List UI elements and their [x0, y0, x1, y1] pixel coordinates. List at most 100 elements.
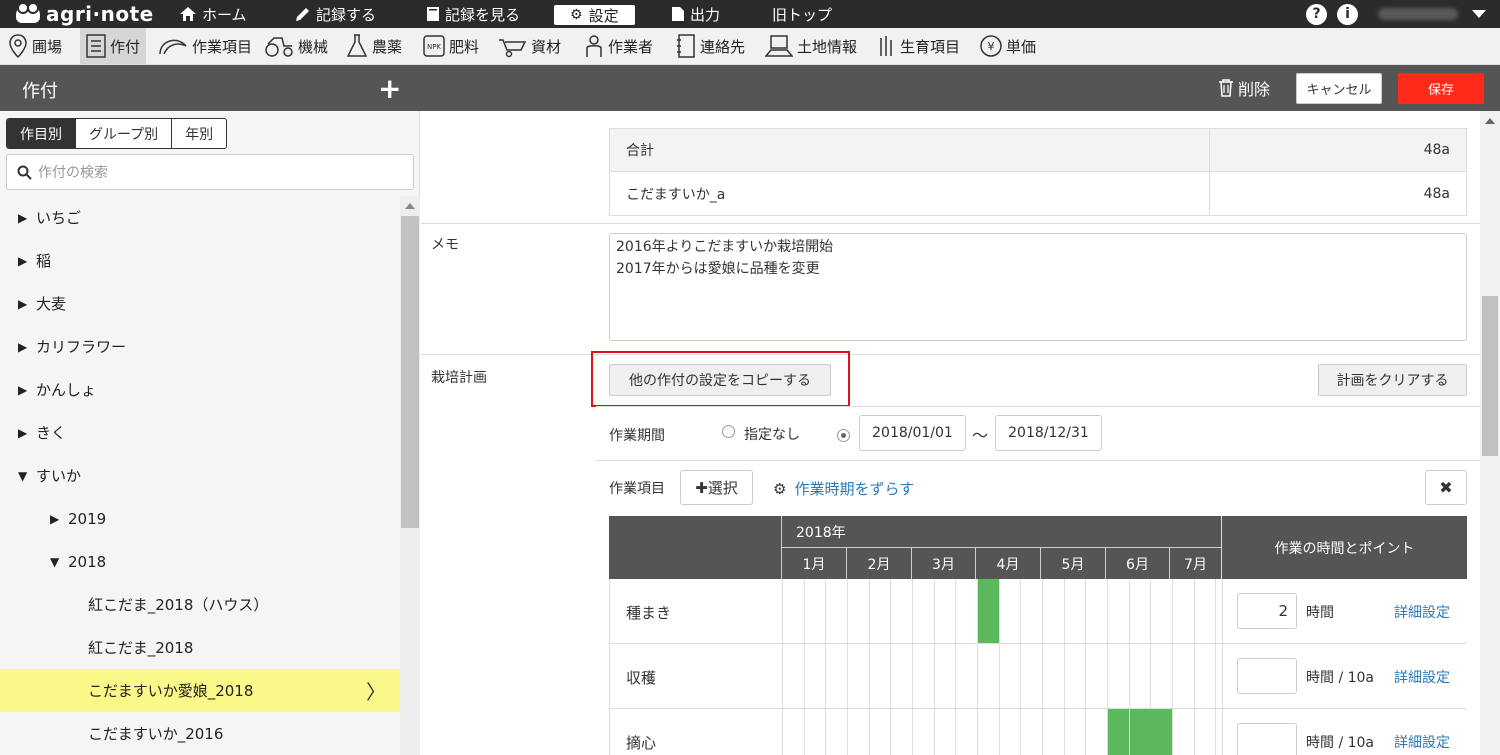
gantt-cell-line — [782, 579, 783, 644]
chevron-down-icon[interactable] — [1472, 10, 1486, 18]
delete-button[interactable]: 削除 — [1218, 76, 1270, 100]
nav-settings[interactable]: ⚙ 設定 — [554, 5, 635, 25]
nav-view-records[interactable]: 記録を見る — [427, 0, 520, 28]
shift-timing-link[interactable]: ⚙ 作業時期をずらす — [773, 478, 914, 499]
gantt-cell-line — [1107, 579, 1108, 644]
area-name: こだますいか_a — [610, 172, 1210, 215]
top-right-controls: ? i — [1306, 0, 1500, 28]
tab-by-crop[interactable]: 作目別 — [7, 119, 76, 148]
subnav-unit-price[interactable]: ¥ 単価 — [980, 28, 1036, 64]
tree-item-cauliflower[interactable]: ▶ カリフラワー — [0, 325, 400, 368]
subnav-workers[interactable]: 作業者 — [584, 28, 653, 64]
user-name[interactable] — [1378, 8, 1458, 20]
subnav-contacts[interactable]: 連絡先 — [676, 28, 745, 64]
gantt-points-header: 作業の時間とポイント — [1221, 516, 1467, 579]
sidebar: 作目別 グループ別 年別 作付の検索 ▶ いちご ▶ 稲 ▶ 大麦 ▶ カリフラワー ▶… — [0, 111, 420, 755]
gantt-cell-line — [1020, 579, 1021, 644]
tractor-icon — [265, 37, 293, 57]
expand-icon: ▶ — [18, 339, 28, 354]
date-separator: ～ — [972, 426, 989, 445]
scroll-thumb[interactable] — [1482, 296, 1498, 456]
detail-settings-link[interactable]: 詳細設定 — [1394, 602, 1450, 622]
hours-input[interactable] — [1237, 658, 1297, 694]
start-date-input[interactable]: 2018/01/01 — [859, 415, 966, 451]
add-crop-button[interactable]: + — [378, 72, 401, 105]
subnav-crop[interactable]: 作付 — [80, 28, 147, 64]
gantt-year: 2018年 — [796, 525, 846, 541]
gantt-cell-line — [1020, 644, 1021, 709]
subnav-machines[interactable]: 機械 — [264, 28, 328, 64]
hours-input[interactable] — [1237, 723, 1297, 755]
hours-unit: 時間 / 10a — [1306, 670, 1375, 686]
hours-input[interactable]: 2 — [1237, 593, 1297, 629]
tree-item-watermelon[interactable]: ▼ すいか — [0, 454, 400, 497]
wheelbarrow-icon — [499, 39, 527, 58]
tree-item-strawberry[interactable]: ▶ いちご — [0, 196, 400, 239]
period-label: 作業期間 — [609, 428, 665, 444]
scroll-up-icon[interactable] — [405, 203, 415, 209]
nav-record[interactable]: 記録する — [296, 0, 376, 28]
gantt-cell-line — [869, 709, 870, 755]
gantt-bar[interactable] — [978, 579, 999, 643]
radio-no-period[interactable] — [722, 425, 735, 438]
area-name: 合計 — [610, 129, 1210, 171]
save-button[interactable]: 保存 — [1398, 73, 1484, 104]
tab-by-year[interactable]: 年別 — [172, 119, 227, 148]
search-placeholder: 作付の検索 — [38, 165, 108, 181]
detail-settings-link[interactable]: 詳細設定 — [1394, 667, 1450, 687]
app-logo[interactable]: agri·note — [16, 2, 154, 26]
notebook-icon — [427, 7, 439, 21]
end-date-input[interactable]: 2018/12/31 — [995, 415, 1102, 451]
gantt-bar[interactable] — [1108, 709, 1129, 755]
subnav-materials[interactable]: 資材 — [497, 28, 561, 64]
subnav-pesticide[interactable]: 農薬 — [346, 28, 402, 64]
tree-item-chrysanthemum[interactable]: ▶ きく — [0, 411, 400, 454]
nav-old-top[interactable]: 旧トップ — [772, 0, 832, 28]
gantt-cell-line — [869, 644, 870, 709]
memo-textarea[interactable]: 2016年よりこだますいか栽培開始 2017年からは愛娘に品種を変更 — [609, 233, 1467, 341]
tree-item-crop[interactable]: 紅こだま_2018（ハウス） — [0, 583, 400, 626]
nav-output[interactable]: 出力 — [672, 0, 720, 28]
fertilizer-icon: NPK — [423, 35, 445, 57]
subnav-land-info[interactable]: 土地情報 — [765, 28, 857, 64]
subnav-field[interactable]: 圃場 — [8, 28, 62, 64]
gantt-bar[interactable] — [1130, 709, 1151, 755]
subnav-fertilizer[interactable]: NPK 肥料 — [423, 28, 479, 64]
gantt-cell-line — [955, 644, 956, 709]
gantt-month: 6月 — [1105, 548, 1169, 579]
gantt-cell-line — [912, 709, 913, 755]
radio-period[interactable] — [837, 429, 850, 442]
gantt-cell-line — [999, 644, 1000, 709]
tree-item-crop-selected[interactable]: こだますいか愛娘_2018 〉 — [0, 669, 400, 712]
cancel-button[interactable]: キャンセル — [1296, 73, 1382, 104]
subnav-growth-items[interactable]: 生育項目 — [876, 28, 960, 64]
clear-plan-button[interactable]: 計画をクリアする — [1318, 364, 1467, 396]
gantt-bar[interactable] — [1151, 709, 1172, 755]
scroll-up-icon[interactable] — [1485, 118, 1495, 124]
tree-item-crop[interactable]: 紅こだま_2018 — [0, 626, 400, 669]
tree-item-year-2019[interactable]: ▶ 2019 — [0, 497, 400, 540]
tab-by-group[interactable]: グループ別 — [76, 119, 173, 148]
gantt-month: 3月 — [911, 548, 975, 579]
gantt-cell-line — [1215, 644, 1216, 709]
close-icon[interactable]: ✖ — [1425, 470, 1467, 505]
tree-item-barley[interactable]: ▶ 大麦 — [0, 282, 400, 325]
tree-item-year-2018[interactable]: ▼ 2018 — [0, 540, 400, 583]
gantt-cell-line — [1215, 709, 1216, 755]
tree-item-crop[interactable]: こだますいか_2016 — [0, 712, 400, 755]
help-icon[interactable]: ? — [1306, 3, 1327, 25]
nav-home[interactable]: ホーム — [180, 0, 247, 28]
detail-settings-link[interactable]: 詳細設定 — [1394, 732, 1450, 752]
select-work-items-button[interactable]: ✚選択 — [680, 470, 753, 505]
gear-icon: ⚙ — [570, 7, 583, 23]
main-scrollbar[interactable] — [1480, 111, 1500, 755]
info-icon[interactable]: i — [1337, 3, 1358, 25]
crop-search-input[interactable]: 作付の検索 — [6, 154, 414, 190]
tree-item-sweet-potato[interactable]: ▶ かんしょ — [0, 368, 400, 411]
sidebar-scrollbar[interactable] — [400, 196, 420, 755]
plan-label: 栽培計画 — [431, 370, 487, 386]
subnav-work-items[interactable]: 作業項目 — [158, 28, 252, 64]
growth-icon — [880, 36, 892, 56]
tree-item-rice[interactable]: ▶ 稲 — [0, 239, 400, 282]
scroll-thumb[interactable] — [401, 216, 419, 528]
